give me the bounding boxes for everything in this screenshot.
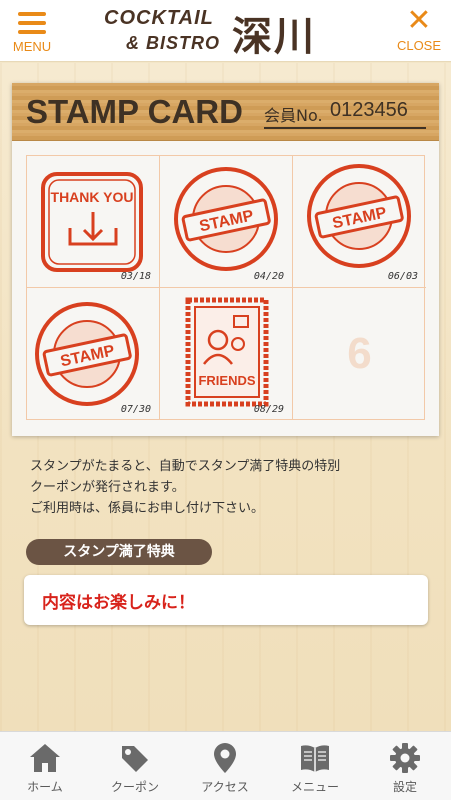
- stamp-info-text: スタンプがたまると、自動でスタンプ満了特典の特別 クーポンが発行されます。 ご利…: [30, 456, 430, 519]
- stamp-cell-5: FRIENDS 08/29: [160, 288, 293, 420]
- member-number-underline: [264, 127, 426, 129]
- tab-coupon[interactable]: クーポン: [90, 732, 180, 800]
- stamp-grid: THANK YOU 03/18 STAMP 04/20 STAMP 06/03 …: [26, 155, 426, 420]
- menu-button[interactable]: MENU: [2, 6, 62, 58]
- stamp-date: 03/18: [120, 271, 151, 282]
- coupon-tag-icon: [122, 746, 148, 772]
- tab-settings[interactable]: 設定: [360, 732, 450, 800]
- thank-you-stamp-icon: THANK YOU: [41, 172, 143, 272]
- stamp-date: 08/29: [253, 404, 284, 415]
- stamp-date: 04/20: [253, 271, 284, 282]
- menu-book-icon: [301, 745, 329, 772]
- logo-line1: COCKTAIL: [104, 7, 214, 29]
- main-content: STAMP CARD 会員No. 0123456 THANK YOU 03/18: [0, 63, 451, 731]
- home-icon: [30, 744, 60, 772]
- tab-home[interactable]: ホーム: [0, 732, 90, 800]
- empty-stamp-number: 6: [347, 329, 372, 378]
- close-label: CLOSE: [396, 38, 442, 53]
- hamburger-icon: [18, 12, 46, 34]
- round-stamp-icon: STAMP: [174, 167, 278, 271]
- map-pin-icon: [214, 743, 236, 773]
- gear-icon: [390, 743, 420, 773]
- stamp-card-header: STAMP CARD 会員No. 0123456: [12, 83, 439, 141]
- benefit-content: 内容はお楽しみに！: [42, 593, 195, 613]
- tab-settings-label: 設定: [392, 780, 417, 794]
- tab-home-label: ホーム: [27, 780, 63, 794]
- stamp-date: 06/03: [387, 271, 418, 282]
- tab-access-label: アクセス: [201, 780, 249, 794]
- stamp-date: 07/30: [120, 404, 151, 415]
- tab-access[interactable]: アクセス: [180, 732, 270, 800]
- logo-japanese: 深川: [232, 13, 316, 60]
- brand-logo: COCKTAIL & BISTRO 深川: [100, 4, 350, 60]
- round-stamp-icon: STAMP: [35, 302, 139, 406]
- logo-line2: & BISTRO: [126, 33, 221, 53]
- stamp-cell-3: STAMP 06/03: [293, 156, 426, 288]
- tab-coupon-label: クーポン: [110, 780, 159, 794]
- menu-label: MENU: [12, 39, 52, 54]
- info-line-2: クーポンが発行されます。: [30, 480, 185, 495]
- stamp-card: STAMP CARD 会員No. 0123456 THANK YOU 03/18: [12, 83, 439, 436]
- stamp-cell-4: STAMP 07/30: [27, 288, 160, 420]
- bottom-tab-bar: ホーム クーポン アクセス メニュー 設定: [0, 731, 451, 800]
- member-number: 0123456: [330, 99, 408, 121]
- round-stamp-icon: STAMP: [307, 164, 411, 268]
- stamp-cell-1: THANK YOU 03/18: [27, 156, 160, 288]
- tab-menu[interactable]: メニュー: [270, 732, 360, 800]
- member-number-label: 会員No.: [264, 106, 323, 125]
- stamp-text: FRIENDS: [198, 373, 255, 388]
- friends-stamp-icon: FRIENDS: [185, 297, 269, 407]
- benefit-section-title: スタンプ満了特典: [26, 539, 212, 565]
- info-line-3: ご利用時は、係員にお申し付け下さい。: [30, 501, 265, 516]
- app-header: MENU COCKTAIL & BISTRO 深川 ✕ CLOSE: [0, 0, 451, 62]
- stamp-cell-2: STAMP 04/20: [160, 156, 293, 288]
- close-icon: ✕: [406, 3, 432, 38]
- benefit-box: 内容はお楽しみに！: [24, 575, 428, 625]
- stamp-text: THANK YOU: [51, 189, 134, 205]
- tab-menu-label: メニュー: [290, 780, 339, 794]
- close-button[interactable]: ✕ CLOSE: [389, 6, 449, 58]
- stamp-cell-6: 6: [293, 288, 426, 420]
- stamp-card-title: STAMP CARD: [26, 93, 243, 130]
- info-line-1: スタンプがたまると、自動でスタンプ満了特典の特別: [30, 459, 341, 474]
